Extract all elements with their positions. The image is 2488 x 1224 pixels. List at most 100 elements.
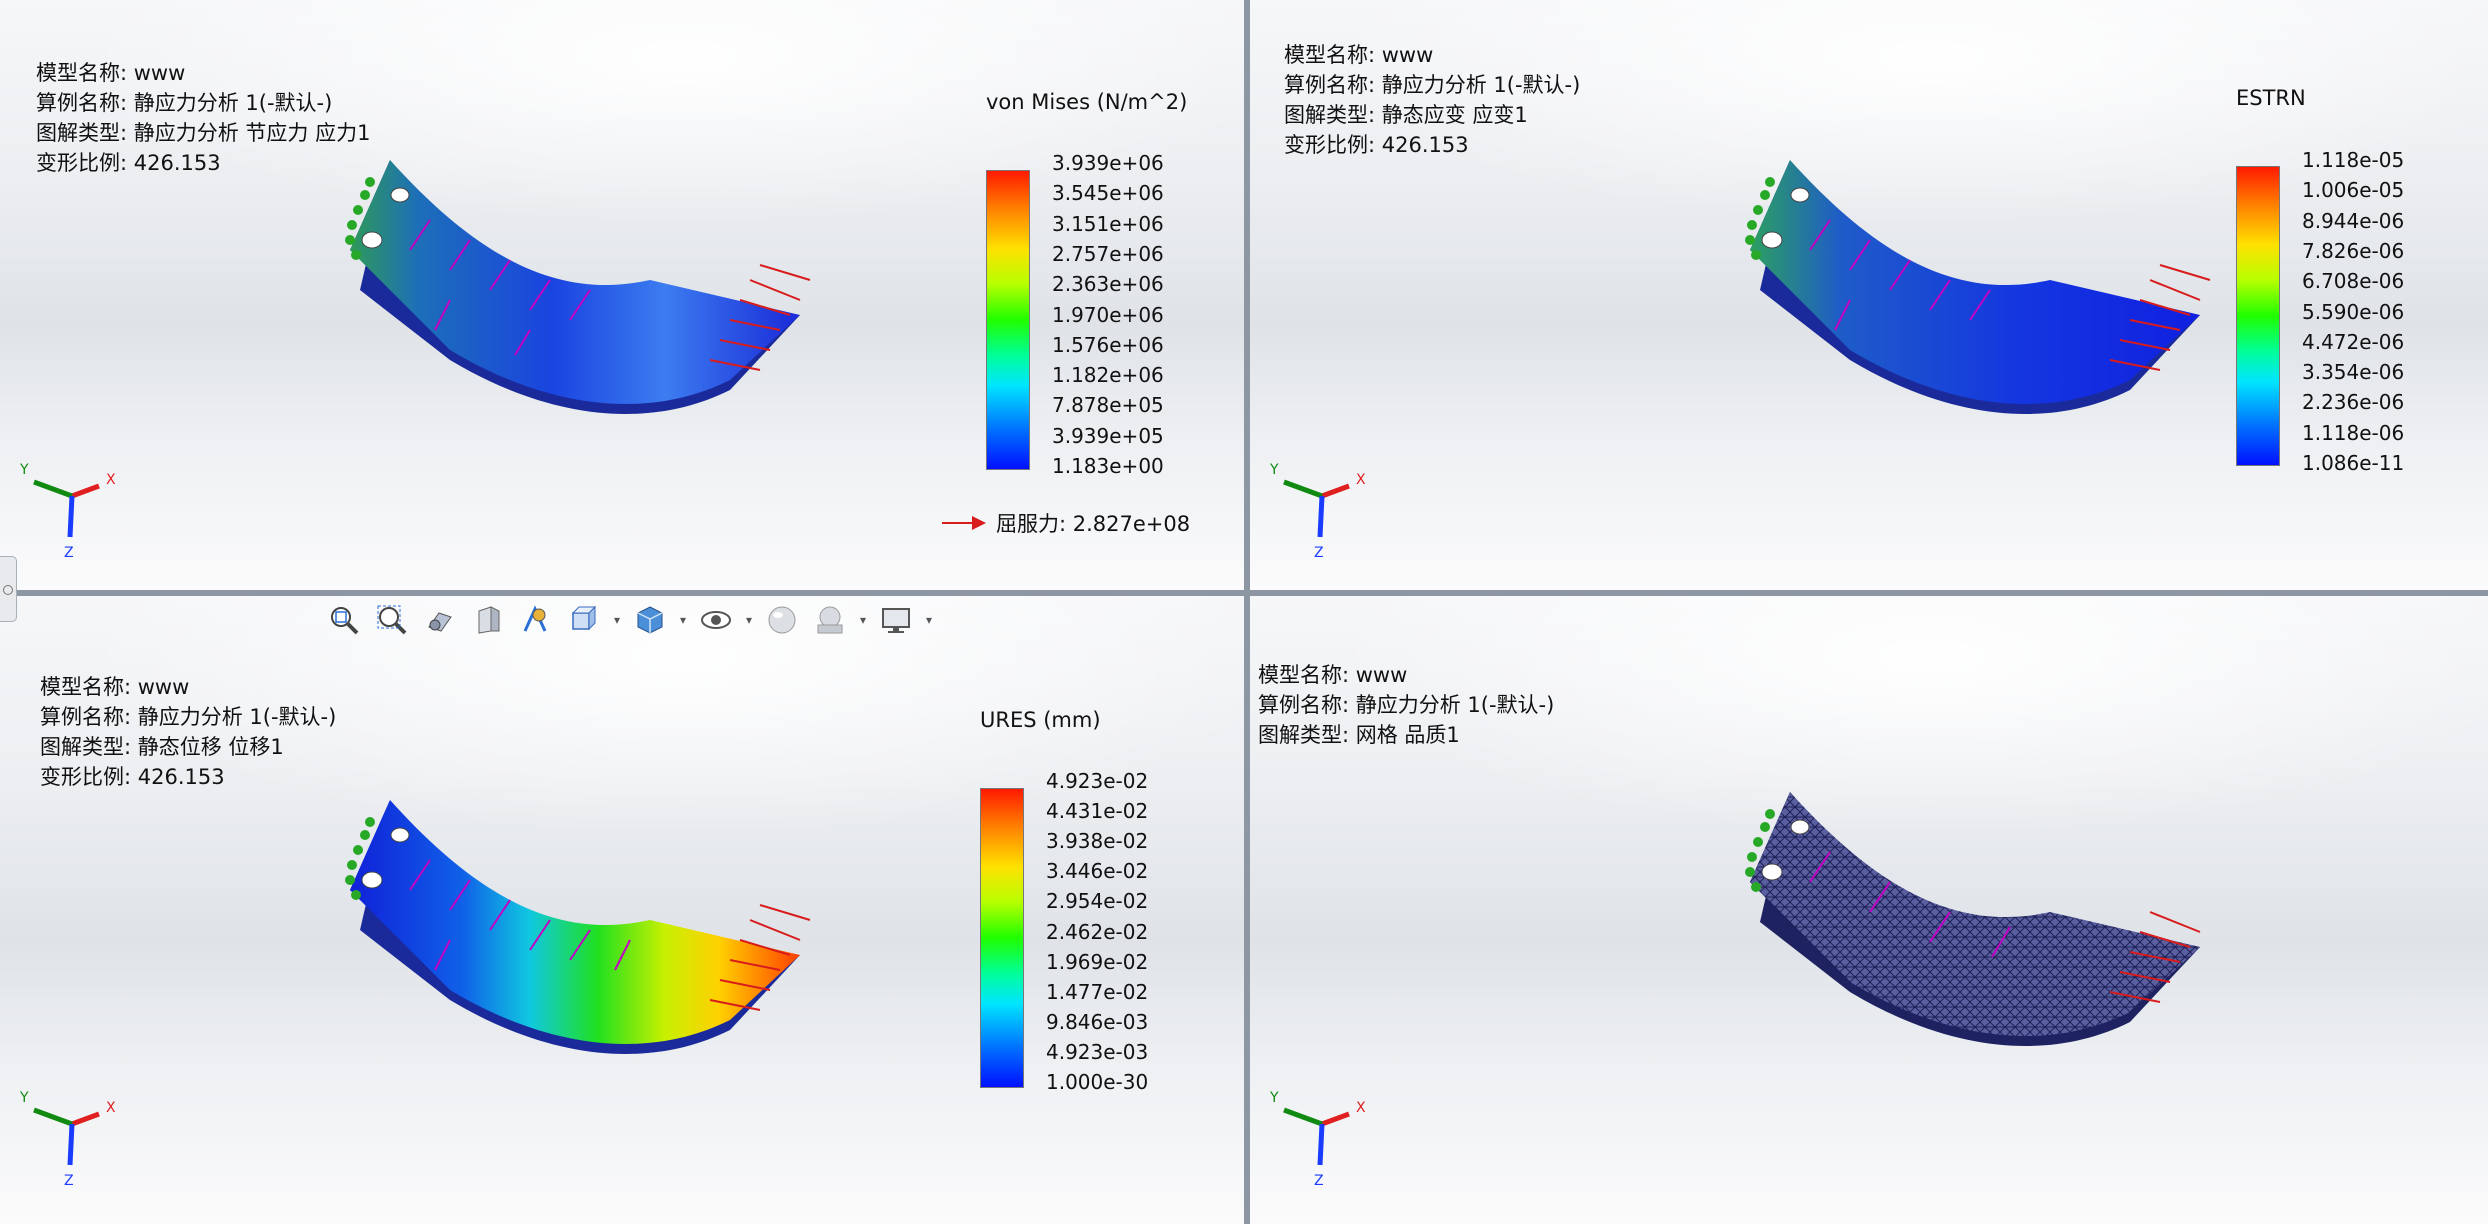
apply-scene-button[interactable] — [808, 600, 852, 640]
viewport-stress[interactable]: 模型名称: www 算例名称: 静应力分析 1(-默认-) 图解类型: 静应力分… — [0, 0, 1244, 590]
apply-scene-icon — [817, 606, 843, 634]
legend-tick-label: 1.183e+00 — [1052, 454, 1164, 478]
legend-tick-label: 8.944e-06 — [2302, 208, 2405, 233]
yield-arrow-icon — [942, 516, 986, 530]
legend-tick-label: 5.590e-06 — [2302, 299, 2405, 324]
model-name: 模型名称: www — [1284, 43, 1434, 67]
study-name: 算例名称: 静应力分析 1(-默认-) — [40, 705, 337, 729]
edit-appearance-icon — [768, 606, 796, 634]
view-orientation-icon — [523, 605, 547, 632]
view-settings-dropdown[interactable]: ▾ — [922, 600, 936, 640]
legend-tick-label: 1.118e-06 — [2302, 420, 2405, 445]
legend-tick-label: 3.938e-02 — [1046, 829, 1149, 854]
legend-tick-label: 2.363e+06 — [1052, 272, 1164, 297]
stress-part-model[interactable] — [330, 140, 830, 440]
study-name: 算例名称: 静应力分析 1(-默认-) — [1284, 73, 1581, 97]
axis-triad: X Y Z — [1269, 462, 1366, 561]
panel-collapse-handle[interactable] — [0, 556, 17, 622]
legend-tick-label: 9.846e-03 — [1046, 1009, 1149, 1034]
display-style-dropdown[interactable]: ▾ — [676, 600, 690, 640]
view-orientation-dropdown[interactable]: ▾ — [610, 600, 624, 640]
legend-tick-label: 1.000e-30 — [1046, 1070, 1149, 1094]
hide-show-items-button[interactable] — [694, 600, 738, 640]
legend-tick-label: 1.477e-02 — [1046, 979, 1149, 1004]
plot-type: 图解类型: 静应力分析 节应力 应力1 — [36, 121, 371, 145]
mesh-part-model[interactable] — [1730, 772, 2230, 1072]
axis-triad: X Y Z — [19, 462, 116, 561]
triad-x-label: X — [106, 472, 116, 488]
model-name: 模型名称: www — [36, 61, 186, 85]
legend-tick-label: 1.006e-05 — [2302, 178, 2405, 203]
zoom-to-fit-icon — [331, 607, 359, 635]
triad-x-label: X — [106, 1100, 116, 1116]
legend-tick-label: 1.969e-02 — [1046, 949, 1149, 974]
legend-title: URES (mm) — [980, 708, 1101, 732]
triad-y-label: Y — [1269, 462, 1279, 478]
triad-z-label: Z — [64, 545, 74, 561]
zoom-to-area-button[interactable] — [370, 600, 414, 640]
triad-z-label: Z — [1314, 545, 1324, 561]
color-legend-bar — [980, 788, 1024, 1088]
deform-scale: 变形比例: 426.153 — [1284, 133, 1469, 157]
section-view-icon — [478, 606, 500, 634]
study-name: 算例名称: 静应力分析 1(-默认-) — [36, 91, 333, 115]
zoom-to-fit-button[interactable] — [322, 600, 366, 640]
previous-view-button[interactable] — [418, 600, 462, 640]
model-name: 模型名称: www — [40, 675, 190, 699]
plot-info: 模型名称: www 算例名称: 静应力分析 1(-默认-) 图解类型: 静态位移… — [40, 672, 336, 792]
legend-tick-label: 3.939e+05 — [1052, 423, 1164, 448]
view-orientation-button[interactable] — [562, 600, 606, 640]
view-settings-button[interactable] — [874, 600, 918, 640]
legend-tick-label: 2.954e-02 — [1046, 889, 1149, 914]
legend-tick-label: 6.708e-06 — [2302, 269, 2405, 294]
heads-up-view-toolbar: ▾ ▾ ▾ ▾ ▾ — [322, 598, 936, 642]
plot-type: 图解类型: 静态位移 位移1 — [40, 735, 284, 759]
legend-tick-label: 3.545e+06 — [1052, 181, 1164, 206]
triad-z-label: Z — [1314, 1173, 1324, 1189]
edit-appearance-button[interactable] — [760, 600, 804, 640]
legend-title: von Mises (N/m^2) — [986, 90, 1188, 114]
vertical-viewport-splitter[interactable] — [1244, 0, 1250, 1224]
display-style-button[interactable] — [628, 600, 672, 640]
legend-tick-label: 3.151e+06 — [1052, 211, 1164, 236]
view-settings-icon — [882, 608, 910, 633]
viewport-strain[interactable]: 模型名称: www 算例名称: 静应力分析 1(-默认-) 图解类型: 静态应变… — [1250, 0, 2488, 590]
plot-type: 图解类型: 静态应变 应变1 — [1284, 103, 1528, 127]
legend-tick-label: 2.236e-06 — [2302, 390, 2405, 415]
legend-tick-label: 1.576e+06 — [1052, 332, 1164, 357]
viewport-displacement[interactable]: 模型名称: www 算例名称: 静应力分析 1(-默认-) 图解类型: 静态位移… — [0, 596, 1244, 1224]
triad-x-label: X — [1356, 472, 1366, 488]
hide-show-dropdown[interactable]: ▾ — [742, 600, 756, 640]
axis-triad: X Y Z — [19, 1090, 116, 1189]
legend-tick-label: 3.446e-02 — [1046, 859, 1149, 884]
legend-tick-label: 1.118e-05 — [2302, 148, 2405, 172]
legend-tick-label: 3.354e-06 — [2302, 360, 2405, 385]
display-style-icon — [637, 606, 663, 634]
apply-scene-dropdown[interactable]: ▾ — [856, 600, 870, 640]
plot-type: 图解类型: 网格 品质1 — [1258, 723, 1460, 747]
legend-title: ESTRN — [2236, 86, 2306, 110]
triad-y-label: Y — [19, 1090, 29, 1106]
viewport-mesh[interactable]: 模型名称: www 算例名称: 静应力分析 1(-默认-) 图解类型: 网格 品… — [1250, 596, 2488, 1224]
displacement-part-model[interactable] — [330, 780, 830, 1080]
legend-tick-label: 1.086e-11 — [2302, 451, 2405, 475]
plot-info: 模型名称: www 算例名称: 静应力分析 1(-默认-) 图解类型: 静态应变… — [1284, 40, 1580, 160]
previous-view-icon — [428, 612, 452, 632]
legend-tick-label: 4.923e-02 — [1046, 769, 1149, 793]
strain-part-model[interactable] — [1730, 140, 2230, 440]
legend-tick-label: 2.462e-02 — [1046, 919, 1149, 944]
plot-info: 模型名称: www 算例名称: 静应力分析 1(-默认-) 图解类型: 网格 品… — [1258, 660, 1554, 750]
triad-y-label: Y — [1269, 1090, 1279, 1106]
study-name: 算例名称: 静应力分析 1(-默认-) — [1258, 693, 1555, 717]
hide-show-items-icon — [701, 611, 731, 629]
legend-tick-label: 4.472e-06 — [2302, 329, 2405, 354]
plot-info: 模型名称: www 算例名称: 静应力分析 1(-默认-) 图解类型: 静应力分… — [36, 58, 370, 178]
legend-tick-label: 4.431e-02 — [1046, 799, 1149, 824]
section-view-button[interactable] — [466, 600, 510, 640]
legend-tick-label: 1.182e+06 — [1052, 363, 1164, 388]
legend-tick-label: 7.826e-06 — [2302, 238, 2405, 263]
color-legend-bar — [2236, 166, 2280, 466]
dynamic-annotation-button[interactable] — [514, 600, 558, 640]
yield-value: 屈服力: 2.827e+08 — [996, 512, 1191, 536]
legend-tick-label: 1.970e+06 — [1052, 302, 1164, 327]
